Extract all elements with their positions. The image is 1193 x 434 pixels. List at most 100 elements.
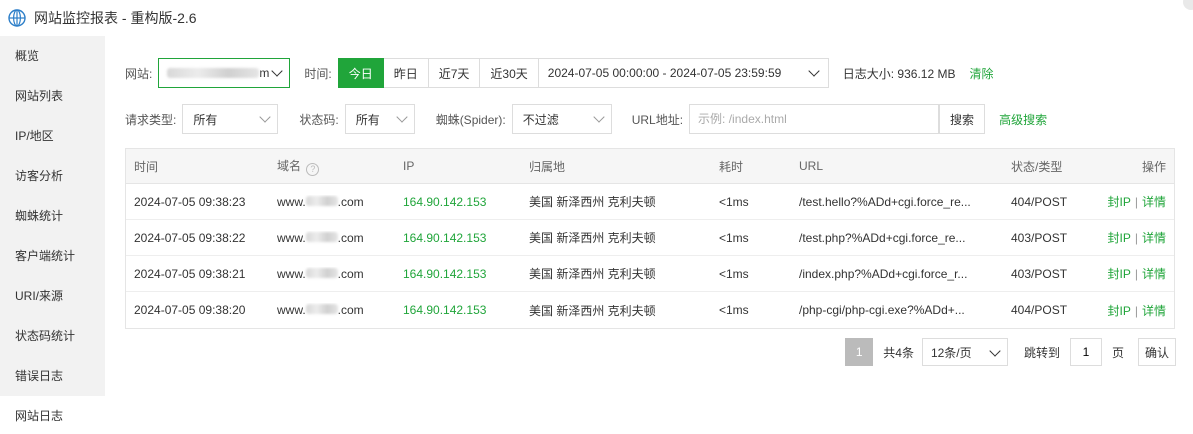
time-today-button[interactable]: 今日 [337, 58, 384, 88]
page-size-value: 12条/页 [930, 345, 972, 360]
header-operation: 操作 [1141, 159, 1166, 174]
request-type-select[interactable]: 所有 [182, 104, 279, 134]
sidebar-item-overview[interactable]: 概览 [0, 36, 105, 76]
spider-label: 蜘蛛(Spider): [435, 112, 506, 127]
detail-link[interactable]: 详情 [1142, 195, 1166, 209]
url-search-input[interactable] [689, 104, 940, 134]
domain-suffix: .com [337, 266, 364, 281]
cell-operation: 封IP | 详情 [1093, 193, 1174, 210]
sidebar-item-error-log[interactable]: 错误日志 [0, 356, 105, 396]
status-code-select[interactable]: 所有 [344, 104, 415, 134]
block-ip-link[interactable]: 封IP [1108, 304, 1131, 318]
clear-button[interactable]: 清除 [969, 65, 993, 82]
cell-time: 2024-07-05 09:38:20 [134, 303, 246, 317]
log-size: 日志大小: 936.12 MB [842, 66, 956, 81]
header-domain-label: 域名 [277, 158, 302, 173]
header-url: URL [799, 159, 824, 173]
confirm-button[interactable]: 确认 [1137, 338, 1176, 366]
sidebar-item-visitor-analysis[interactable]: 访客分析 [0, 156, 105, 196]
block-ip-link[interactable]: 封IP [1108, 231, 1131, 245]
site-value-redacted [167, 68, 260, 78]
site-value-suffix: m [259, 66, 270, 80]
sidebar-item-client-stats[interactable]: 客户端统计 [0, 236, 105, 276]
advanced-search-link[interactable]: 高级搜索 [999, 111, 1047, 128]
header-domain: 域名 ? [269, 157, 395, 176]
header-cost: 耗时 [719, 159, 744, 174]
time-30days-button[interactable]: 近30天 [480, 58, 539, 88]
question-circle-icon[interactable]: ? [306, 162, 320, 176]
sidebar-item-uri-source[interactable]: URI/来源 [0, 276, 105, 316]
cell-location: 美国 新泽西州 克利夫顿 [529, 267, 656, 281]
sidebar-item-status-code-stats[interactable]: 状态码统计 [0, 316, 105, 356]
main-content: 网站: m 时间: 今日 昨日 近7天 近30天 2024-07-05 00:0… [105, 36, 1193, 434]
page-size-select[interactable]: 12条/页 [921, 338, 1008, 366]
pagination: 1 共4条 12条/页 跳转到 页 确认 [845, 338, 1176, 366]
cell-url: /index.php?%ADd+cgi.force_r... [799, 266, 968, 281]
header-ip: IP [403, 159, 415, 173]
domain-suffix: .com [337, 230, 364, 245]
cell-status: 403/POST [1011, 266, 1068, 281]
spider-value: 不过滤 [522, 112, 559, 127]
filter-row-time: 网站: m 时间: 今日 昨日 近7天 近30天 2024-07-05 00:0… [125, 58, 994, 88]
time-yesterday-button[interactable]: 昨日 [383, 58, 429, 88]
close-button[interactable] [1183, 0, 1193, 10]
detail-link[interactable]: 详情 [1142, 267, 1166, 281]
cell-domain: www. .com [269, 195, 395, 209]
header-time: 时间 [134, 159, 159, 174]
cell-domain: www. .com [269, 231, 395, 245]
site-select[interactable]: m [158, 58, 291, 88]
sidebar-item-ip-region[interactable]: IP/地区 [0, 116, 105, 156]
cell-operation: 封IP | 详情 [1093, 265, 1174, 282]
url-label: URL地址: [631, 112, 684, 127]
cell-time: 2024-07-05 09:38:23 [134, 194, 246, 209]
chevron-down-icon [989, 345, 1001, 357]
cell-ip: 164.90.142.153 [403, 303, 487, 317]
globe-icon [8, 9, 26, 27]
block-ip-link[interactable]: 封IP [1108, 267, 1131, 281]
domain-suffix: .com [337, 194, 364, 209]
cell-ip: 164.90.142.153 [403, 194, 487, 209]
sidebar-item-site-log[interactable]: 网站日志 [0, 396, 105, 434]
domain-prefix: www. [277, 230, 306, 245]
filter-row-search: 请求类型: 所有 状态码: 所有 蜘蛛(Spider): 不过滤 URL地址: … [125, 104, 1047, 134]
cell-time: 2024-07-05 09:38:22 [134, 230, 246, 245]
request-type-value: 所有 [193, 112, 218, 127]
page-current[interactable]: 1 [845, 338, 874, 366]
table-row: 2024-07-05 09:38:21 www. .com 164.90.142.… [126, 256, 1174, 292]
domain-redacted [305, 231, 338, 242]
jump-page-input[interactable] [1069, 338, 1102, 366]
time-7days-button[interactable]: 近7天 [428, 58, 481, 88]
sidebar-item-spider-stats[interactable]: 蜘蛛统计 [0, 196, 105, 236]
header-status: 状态/类型 [1011, 159, 1063, 174]
op-separator: | [1134, 303, 1138, 318]
sidebar: 概览 网站列表 IP/地区 访客分析 蜘蛛统计 客户端统计 URI/来源 状态码… [0, 36, 105, 434]
table-row: 2024-07-05 09:38:22 www. .com 164.90.142.… [126, 220, 1174, 256]
cell-url: /test.php?%ADd+cgi.force_re... [799, 230, 966, 245]
log-table: 时间 域名 ? IP 归属地 耗时 URL 状态/类型 操作 2024-07-0… [125, 148, 1175, 329]
date-range-picker[interactable]: 2024-07-05 00:00:00 - 2024-07-05 23:59:5… [538, 58, 829, 88]
time-label: 时间: [304, 66, 332, 81]
detail-link[interactable]: 详情 [1142, 304, 1166, 318]
cell-time: 2024-07-05 09:38:21 [134, 266, 246, 281]
chevron-down-icon [259, 111, 272, 123]
detail-link[interactable]: 详情 [1142, 231, 1166, 245]
chevron-down-icon [271, 65, 284, 77]
chevron-down-icon [396, 111, 408, 123]
op-separator: | [1134, 231, 1138, 245]
total-count: 共4条 [883, 345, 914, 360]
chevron-down-icon [593, 111, 605, 123]
chevron-down-icon [808, 65, 820, 77]
cell-cost: <1ms [719, 230, 749, 245]
domain-redacted [305, 304, 338, 314]
cell-ip: 164.90.142.153 [403, 230, 487, 245]
domain-redacted [305, 267, 338, 278]
table-header: 时间 域名 ? IP 归属地 耗时 URL 状态/类型 操作 [126, 149, 1174, 184]
site-label: 网站: [125, 66, 153, 81]
cell-status: 404/POST [1011, 194, 1068, 209]
cell-cost: <1ms [719, 303, 749, 317]
status-code-value: 所有 [355, 112, 380, 127]
block-ip-link[interactable]: 封IP [1108, 195, 1131, 209]
spider-select[interactable]: 不过滤 [511, 104, 612, 134]
sidebar-item-site-list[interactable]: 网站列表 [0, 76, 105, 116]
search-button[interactable]: 搜索 [939, 104, 986, 134]
